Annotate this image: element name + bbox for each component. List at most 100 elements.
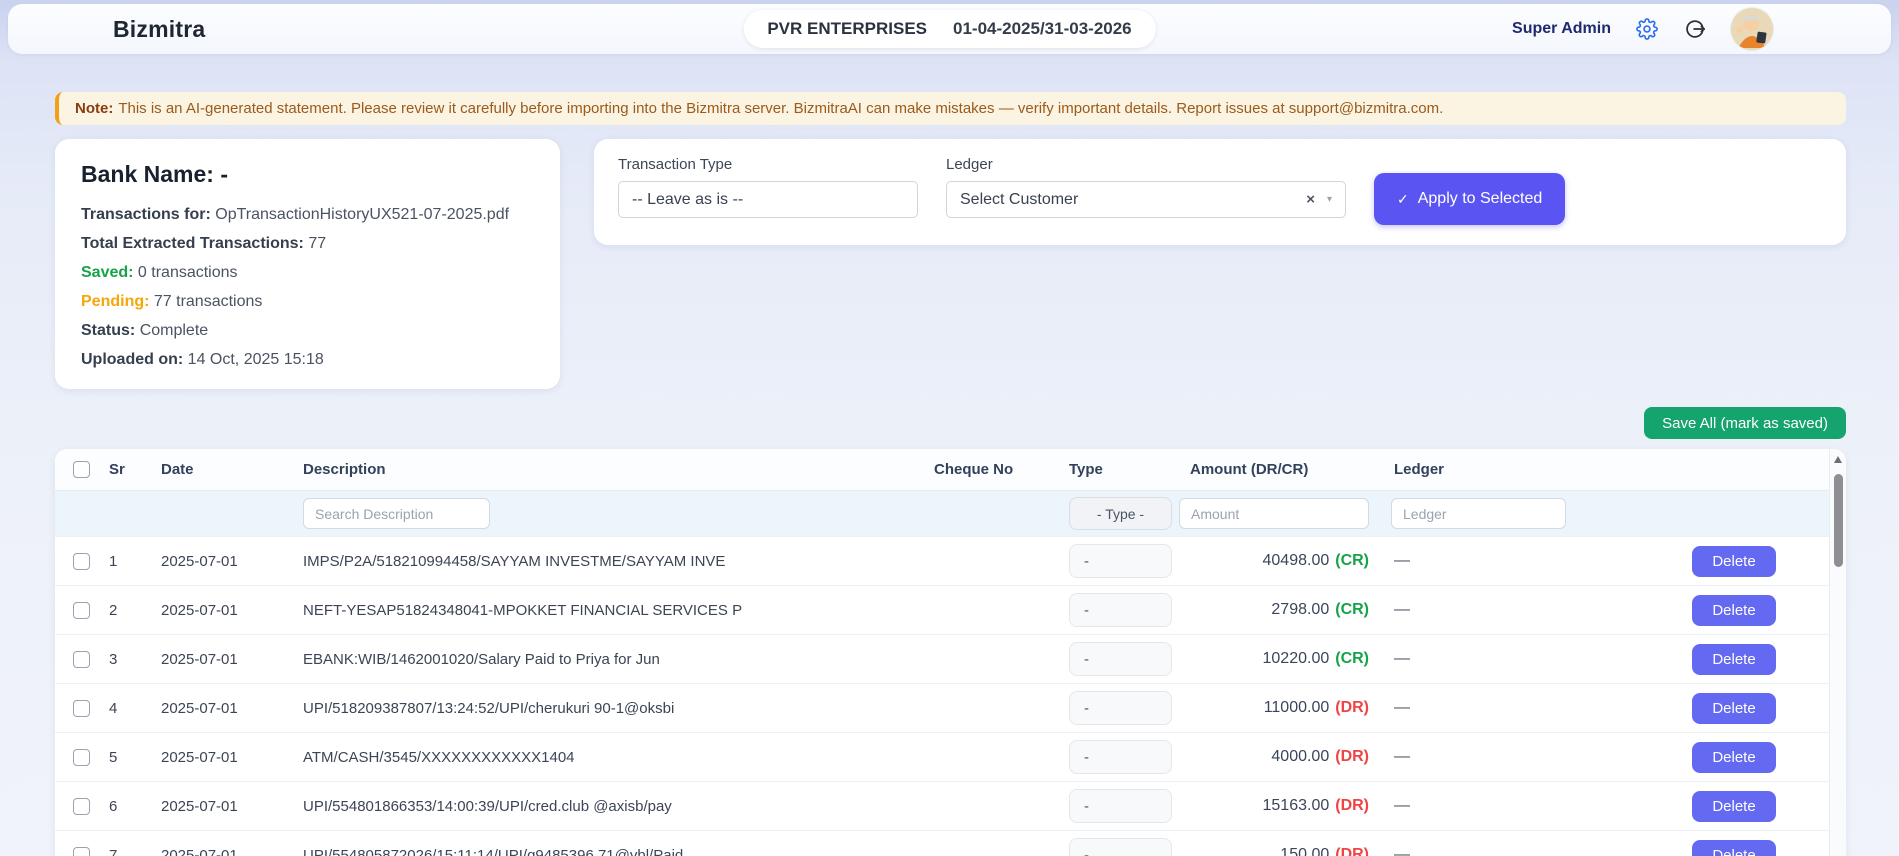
row-ledger-value: — bbox=[1394, 699, 1410, 716]
transaction-type-value: -- Leave as is -- bbox=[632, 190, 744, 208]
row-ledger-value: — bbox=[1394, 601, 1410, 618]
transactions-for-label: Transactions for: bbox=[81, 206, 211, 223]
amount-filter-input[interactable] bbox=[1179, 498, 1369, 529]
row-delete-button[interactable]: Delete bbox=[1692, 594, 1776, 626]
pending-label: Pending: bbox=[81, 293, 150, 310]
row-amount-drcr-badge: (CR) bbox=[1335, 552, 1369, 569]
row-delete-button[interactable]: Delete bbox=[1692, 545, 1776, 577]
ai-note-banner: Note: This is an AI-generated statement.… bbox=[55, 92, 1846, 125]
pending-value: 77 transactions bbox=[153, 293, 263, 310]
row-checkbox[interactable] bbox=[73, 797, 90, 815]
row-type-select[interactable]: - bbox=[1069, 838, 1172, 856]
total-extracted-label: Total Extracted Transactions: bbox=[81, 235, 304, 252]
row-type-select[interactable]: - bbox=[1069, 544, 1172, 578]
row-amount-drcr-badge: (DR) bbox=[1335, 699, 1369, 716]
transaction-row: 6 2025-07-01 UPI/554801866353/14:00:39/U… bbox=[55, 781, 1829, 830]
table-filter-row: - Type - bbox=[55, 490, 1829, 536]
row-date: 2025-07-01 bbox=[161, 601, 238, 619]
scrollbar-up-arrow-icon[interactable] bbox=[1834, 456, 1842, 463]
transaction-row: 3 2025-07-01 EBANK:WIB/1462001020/Salary… bbox=[55, 634, 1829, 683]
transaction-row: 7 2025-07-01 UPI/554805872026/15:11:14/U… bbox=[55, 830, 1829, 856]
ledger-filter-input[interactable] bbox=[1391, 498, 1566, 529]
ledger-clear-icon[interactable]: × bbox=[1306, 191, 1315, 208]
row-checkbox[interactable] bbox=[73, 699, 90, 717]
row-date: 2025-07-01 bbox=[161, 748, 238, 766]
row-description: UPI/554801866353/14:00:39/UPI/cred.club … bbox=[303, 797, 672, 815]
row-amount-drcr-badge: (CR) bbox=[1335, 601, 1369, 618]
financial-year-period: 01-04-2025/31-03-2026 bbox=[953, 19, 1132, 38]
table-body: 1 2025-07-01 IMPS/P2A/518210994458/SAYYA… bbox=[55, 536, 1829, 856]
row-type-select[interactable]: - bbox=[1069, 642, 1172, 676]
row-description: NEFT-YESAP51824348041-MPOKKET FINANCIAL … bbox=[303, 601, 743, 619]
row-ledger-value: — bbox=[1394, 650, 1410, 667]
row-description: ATM/CASH/3545/XXXXXXXXXXXX1404 bbox=[303, 748, 575, 766]
transactions-for-line: Transactions for: OpTransactionHistoryUX… bbox=[81, 206, 534, 224]
description-search-input[interactable] bbox=[303, 498, 490, 529]
row-checkbox[interactable] bbox=[73, 601, 90, 619]
app-logo-title: Bizmitra bbox=[113, 15, 206, 42]
select-all-checkbox[interactable] bbox=[73, 461, 90, 478]
row-amount-drcr-badge: (DR) bbox=[1335, 846, 1369, 856]
ledger-field: Ledger Select Customer × ▾ bbox=[946, 156, 1346, 218]
row-delete-button[interactable]: Delete bbox=[1692, 643, 1776, 675]
table-vertical-scrollbar[interactable] bbox=[1829, 449, 1846, 856]
row-amount-value: 15163.00 bbox=[1262, 797, 1330, 814]
row-type-select[interactable]: - bbox=[1069, 691, 1172, 725]
bank-name-title: Bank Name: - bbox=[81, 161, 228, 187]
transaction-row: 2 2025-07-01 NEFT-YESAP51824348041-MPOKK… bbox=[55, 585, 1829, 634]
saved-line: Saved: 0 transactions bbox=[81, 264, 534, 282]
row-type-select[interactable]: - bbox=[1069, 740, 1172, 774]
row-ledger-value: — bbox=[1394, 846, 1410, 856]
row-sr: 3 bbox=[109, 650, 118, 668]
ledger-label: Ledger bbox=[946, 156, 993, 173]
col-header-amount: Amount (DR/CR) bbox=[1190, 461, 1309, 478]
row-sr: 4 bbox=[109, 699, 118, 717]
user-avatar[interactable] bbox=[1731, 8, 1773, 50]
company-period-selector[interactable]: PVR ENTERPRISES 01-04-2025/31-03-2026 bbox=[743, 10, 1156, 48]
row-amount-drcr-badge: (DR) bbox=[1335, 748, 1369, 765]
row-checkbox[interactable] bbox=[73, 846, 90, 856]
col-header-description: Description bbox=[303, 461, 386, 478]
bulk-apply-card: Transaction Type -- Leave as is -- Ledge… bbox=[594, 139, 1846, 245]
col-header-ledger: Ledger bbox=[1394, 461, 1445, 478]
col-header-sr: Sr bbox=[109, 461, 125, 478]
apply-to-selected-button[interactable]: ✓ Apply to Selected bbox=[1374, 173, 1566, 225]
logout-icon[interactable] bbox=[1683, 17, 1707, 41]
row-description: IMPS/P2A/518210994458/SAYYAM INVESTME/SA… bbox=[303, 552, 726, 570]
row-delete-button[interactable]: Delete bbox=[1692, 741, 1776, 773]
col-header-type: Type bbox=[1069, 461, 1103, 478]
row-ledger-value: — bbox=[1394, 797, 1410, 814]
row-checkbox[interactable] bbox=[73, 552, 90, 570]
row-delete-button[interactable]: Delete bbox=[1692, 839, 1776, 856]
row-sr: 1 bbox=[109, 552, 118, 570]
uploaded-value: 14 Oct, 2025 15:18 bbox=[187, 351, 324, 368]
scrollbar-thumb[interactable] bbox=[1834, 474, 1843, 567]
row-type-select[interactable]: - bbox=[1069, 593, 1172, 627]
note-text: This is an AI-generated statement. Pleas… bbox=[118, 100, 1444, 117]
row-checkbox[interactable] bbox=[73, 650, 90, 668]
row-amount-value: 150.00 bbox=[1280, 846, 1330, 856]
row-type-select[interactable]: - bbox=[1069, 789, 1172, 823]
settings-gear-icon[interactable] bbox=[1635, 17, 1659, 41]
transaction-type-select[interactable]: -- Leave as is -- bbox=[618, 181, 918, 218]
row-delete-button[interactable]: Delete bbox=[1692, 790, 1776, 822]
row-sr: 5 bbox=[109, 748, 118, 766]
row-delete-button[interactable]: Delete bbox=[1692, 692, 1776, 724]
row-description: UPI/518209387807/13:24:52/UPI/cherukuri … bbox=[303, 699, 675, 717]
statement-summary-card: Bank Name: - Transactions for: OpTransac… bbox=[55, 139, 560, 389]
type-filter-select[interactable]: - Type - bbox=[1069, 497, 1172, 530]
row-checkbox[interactable] bbox=[73, 748, 90, 766]
ledger-select[interactable]: Select Customer × ▾ bbox=[946, 181, 1346, 218]
save-all-button[interactable]: Save All (mark as saved) bbox=[1644, 407, 1846, 439]
type-filter-value: - Type - bbox=[1096, 505, 1145, 522]
row-ledger-value: — bbox=[1394, 748, 1410, 765]
status-label: Status: bbox=[81, 322, 136, 339]
transactions-for-value: OpTransactionHistoryUX521-07-2025.pdf bbox=[215, 206, 510, 223]
note-label: Note: bbox=[75, 100, 114, 117]
ledger-select-value: Select Customer bbox=[960, 190, 1079, 208]
top-navigation-bar: Bizmitra PVR ENTERPRISES 01-04-2025/31-0… bbox=[8, 4, 1891, 54]
row-date: 2025-07-01 bbox=[161, 699, 238, 717]
col-header-date: Date bbox=[161, 461, 194, 478]
user-role-label: Super Admin bbox=[1512, 20, 1611, 37]
transaction-row: 1 2025-07-01 IMPS/P2A/518210994458/SAYYA… bbox=[55, 536, 1829, 585]
